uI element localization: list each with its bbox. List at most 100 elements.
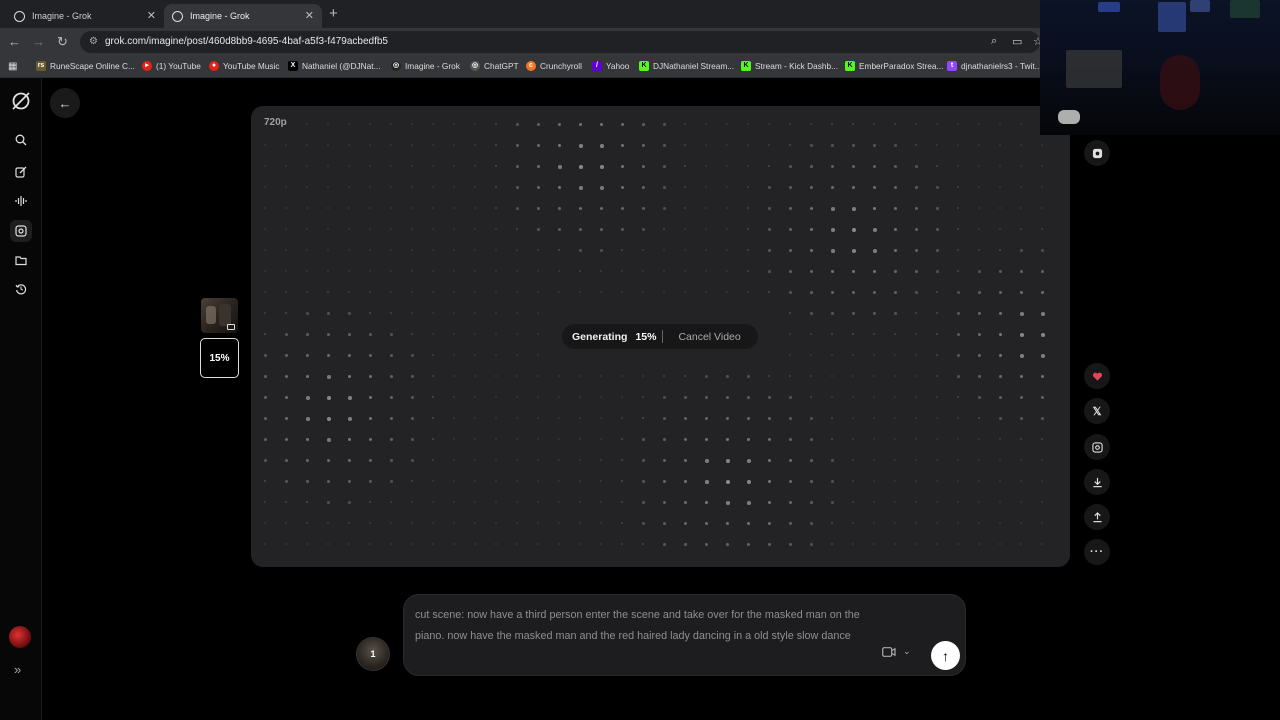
generation-count-badge[interactable]: 1 bbox=[356, 637, 390, 671]
loading-dot bbox=[600, 249, 603, 252]
loading-dot bbox=[831, 438, 834, 441]
loading-dot bbox=[474, 228, 476, 230]
expand-sidebar-icon[interactable]: » bbox=[14, 662, 21, 677]
loading-dot bbox=[537, 207, 540, 210]
bookmark-twitch[interactable]: t djnathanielrs3 - Twit... bbox=[947, 61, 1042, 71]
browser-tab[interactable]: Imagine - Grok ✕ bbox=[6, 4, 164, 28]
zoom-icon[interactable]: ⌕ bbox=[991, 35, 997, 48]
cancel-video-button[interactable]: Cancel Video bbox=[678, 331, 740, 343]
back-arrow-icon[interactable]: ← bbox=[8, 34, 21, 49]
loading-dot bbox=[705, 480, 709, 484]
loading-dot bbox=[1041, 543, 1043, 545]
like-button[interactable] bbox=[1084, 363, 1110, 389]
loading-dot bbox=[726, 459, 730, 463]
apps-grid-icon[interactable]: ▦ bbox=[8, 61, 17, 72]
share-button[interactable] bbox=[1084, 504, 1110, 530]
tab-title: Imagine - Grok bbox=[32, 11, 92, 21]
loading-dot bbox=[432, 480, 435, 483]
send-button[interactable]: ↑ bbox=[931, 641, 960, 670]
loading-dot bbox=[873, 123, 876, 126]
back-button[interactable]: ← bbox=[50, 88, 80, 118]
bookmark-youtube-music[interactable]: ● YouTube Music bbox=[209, 61, 280, 71]
loading-dot bbox=[957, 543, 959, 545]
browser-tab-active[interactable]: Imagine - Grok ✕ bbox=[164, 4, 322, 28]
loading-dot bbox=[558, 375, 560, 377]
loading-dot bbox=[537, 375, 539, 377]
bookmark-runescape[interactable]: rs RuneScape Online C... bbox=[36, 61, 135, 71]
loading-dot bbox=[726, 417, 730, 421]
close-tab-icon[interactable]: ✕ bbox=[147, 9, 156, 22]
loading-dot bbox=[894, 417, 896, 419]
more-options-button[interactable]: ··· bbox=[1084, 539, 1110, 565]
loading-dot bbox=[894, 459, 896, 461]
loading-dot bbox=[600, 228, 603, 231]
bookmark-youtube[interactable]: ▸ (1) YouTube bbox=[142, 61, 201, 71]
grok-logo-icon[interactable] bbox=[10, 90, 32, 112]
loading-dot bbox=[390, 270, 392, 272]
history-icon[interactable] bbox=[10, 278, 32, 300]
loading-dot bbox=[411, 417, 414, 420]
loading-dot bbox=[936, 123, 938, 125]
voice-waveform-icon[interactable] bbox=[10, 190, 32, 212]
bookmark-crunchyroll[interactable]: c Crunchyroll bbox=[526, 61, 582, 71]
loading-dot bbox=[831, 417, 834, 420]
loading-dot bbox=[285, 291, 288, 294]
loading-dot bbox=[957, 501, 959, 503]
forward-arrow-icon[interactable]: → bbox=[32, 34, 45, 49]
loading-dot bbox=[936, 522, 938, 524]
loading-dot bbox=[453, 123, 455, 125]
download-button[interactable] bbox=[1084, 469, 1110, 495]
site-info-icon[interactable]: ⚙ bbox=[89, 36, 98, 47]
loading-dot bbox=[537, 543, 539, 545]
loading-dot bbox=[348, 459, 352, 463]
loading-dot bbox=[831, 144, 834, 147]
edit-icon[interactable] bbox=[10, 161, 32, 183]
imagine-action-button[interactable] bbox=[1084, 140, 1110, 166]
new-tab-plus-icon[interactable]: + bbox=[329, 5, 338, 22]
remix-button[interactable] bbox=[1084, 434, 1110, 460]
generation-progress-thumbnail[interactable]: 15% bbox=[200, 338, 239, 378]
prompt-text[interactable]: cut scene: now have a third person enter… bbox=[415, 605, 865, 646]
loading-dot bbox=[873, 144, 876, 147]
grok-favicon-icon bbox=[14, 10, 25, 22]
mode-selector-dropdown[interactable]: ⌄ bbox=[882, 646, 911, 657]
loading-dot bbox=[558, 207, 562, 211]
bookmark-kick-2[interactable]: K Stream - Kick Dashb... bbox=[741, 61, 838, 71]
loading-dot bbox=[831, 354, 834, 357]
url-text[interactable]: grok.com/imagine/post/460d8bb9-4695-4baf… bbox=[105, 36, 388, 47]
loading-dot bbox=[537, 270, 539, 272]
address-bar[interactable]: ⚙ grok.com/imagine/post/460d8bb9-4695-4b… bbox=[80, 31, 1040, 53]
loading-dot bbox=[348, 249, 350, 251]
bookmark-kick-1[interactable]: K DJNathaniel Stream... bbox=[639, 61, 734, 71]
cast-icon[interactable]: ▭ bbox=[1012, 35, 1022, 48]
video-thumbnail[interactable] bbox=[201, 298, 238, 333]
folder-icon[interactable] bbox=[10, 249, 32, 271]
close-tab-icon[interactable]: ✕ bbox=[305, 9, 314, 22]
search-icon[interactable] bbox=[10, 129, 32, 151]
loading-dot bbox=[789, 144, 792, 147]
loading-dot bbox=[558, 522, 560, 524]
loading-dot bbox=[705, 459, 709, 463]
reload-icon[interactable]: ↻ bbox=[57, 34, 68, 50]
prompt-input[interactable]: cut scene: now have a third person enter… bbox=[403, 594, 966, 676]
loading-dot bbox=[1020, 186, 1022, 188]
share-to-x-button[interactable]: 𝕏 bbox=[1084, 398, 1110, 424]
bookmark-imagine-grok[interactable]: ◎ Imagine - Grok bbox=[391, 61, 460, 71]
loading-dot bbox=[873, 312, 876, 315]
loading-dot bbox=[726, 480, 730, 484]
loading-dot bbox=[558, 165, 562, 169]
bookmark-chatgpt[interactable]: ◎ ChatGPT bbox=[470, 61, 519, 71]
loading-dot bbox=[327, 543, 329, 545]
loading-dot bbox=[348, 522, 351, 525]
imagine-icon[interactable] bbox=[10, 220, 32, 242]
avatar[interactable] bbox=[9, 626, 31, 648]
loading-dot bbox=[852, 144, 855, 147]
bookmark-yahoo[interactable]: / Yahoo bbox=[592, 61, 629, 71]
loading-dot bbox=[516, 501, 518, 503]
loading-dot bbox=[537, 480, 539, 482]
loading-dot bbox=[642, 396, 645, 399]
loading-dot bbox=[264, 207, 266, 209]
bookmark-kick-3[interactable]: K EmberParadox Strea... bbox=[845, 61, 943, 71]
bookmark-x-profile[interactable]: X Nathaniel (@DJNat... bbox=[288, 61, 381, 71]
webcam-overlay-image bbox=[1040, 0, 1280, 135]
